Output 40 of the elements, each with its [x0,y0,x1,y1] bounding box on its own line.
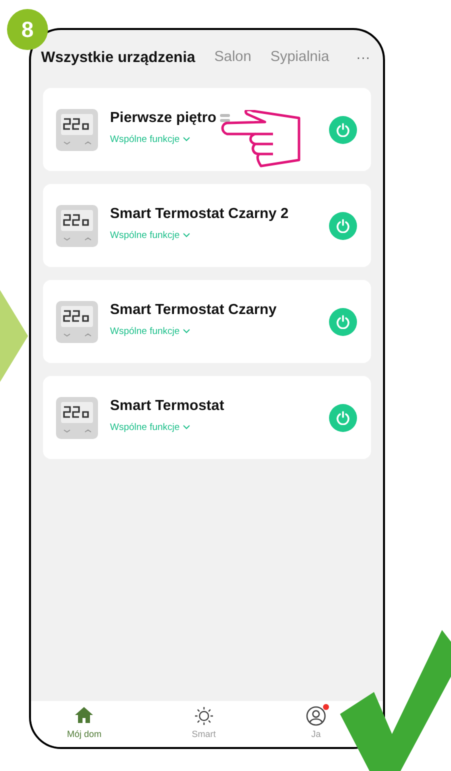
device-card[interactable]: Smart Termostat Czarny 2 Wspólne funkcje [43,184,371,267]
nav-tab[interactable]: Mój dom [67,706,102,738]
chevron-down-icon [182,425,190,430]
chevron-down-icon [182,137,190,142]
device-name: Pierwsze piętro [110,110,216,126]
thermostat-icon [55,108,99,152]
thermostat-icon [55,204,99,248]
device-card[interactable]: Smart Termostat Wspólne funkcje [43,376,371,459]
tab[interactable]: Sypialnia [270,49,330,65]
functions-dropdown[interactable]: Wspólne funkcje [110,230,190,241]
thermostat-icon [55,396,99,440]
arrow-icon [0,290,28,382]
home-icon [74,706,94,724]
nav-tab[interactable]: Smart [192,706,216,738]
chevron-down-icon [182,329,190,334]
device-card[interactable]: Smart Termostat Czarny Wspólne funkcje [43,280,371,363]
step-number: 8 [7,9,48,50]
person-icon [306,706,326,726]
more-button[interactable]: ··· [348,49,378,65]
device-name: Smart Termostat [110,398,224,414]
power-button[interactable] [329,404,357,432]
power-icon [336,122,350,136]
device-name: Smart Termostat Czarny 2 [110,206,289,222]
nav-tab[interactable]: Ja [306,706,326,738]
power-button[interactable] [329,116,357,144]
functions-dropdown[interactable]: Wspólne funkcje [110,134,190,145]
power-button[interactable] [329,308,357,336]
power-icon [336,314,350,328]
power-icon [336,410,350,424]
functions-dropdown[interactable]: Wspólne funkcje [110,422,190,433]
chevron-down-icon [182,233,190,238]
power-button[interactable] [329,212,357,240]
device-card[interactable]: Pierwsze piętro Wspólne funkcje [43,88,371,171]
thermostat-icon [55,300,99,344]
functions-dropdown[interactable]: Wspólne funkcje [110,326,190,337]
tab[interactable]: Salon [214,49,252,65]
device-name: Smart Termostat Czarny [110,302,277,318]
power-icon [336,218,350,232]
sun-icon [194,706,214,726]
tab[interactable]: Wszystkie urządzenia [41,48,196,66]
